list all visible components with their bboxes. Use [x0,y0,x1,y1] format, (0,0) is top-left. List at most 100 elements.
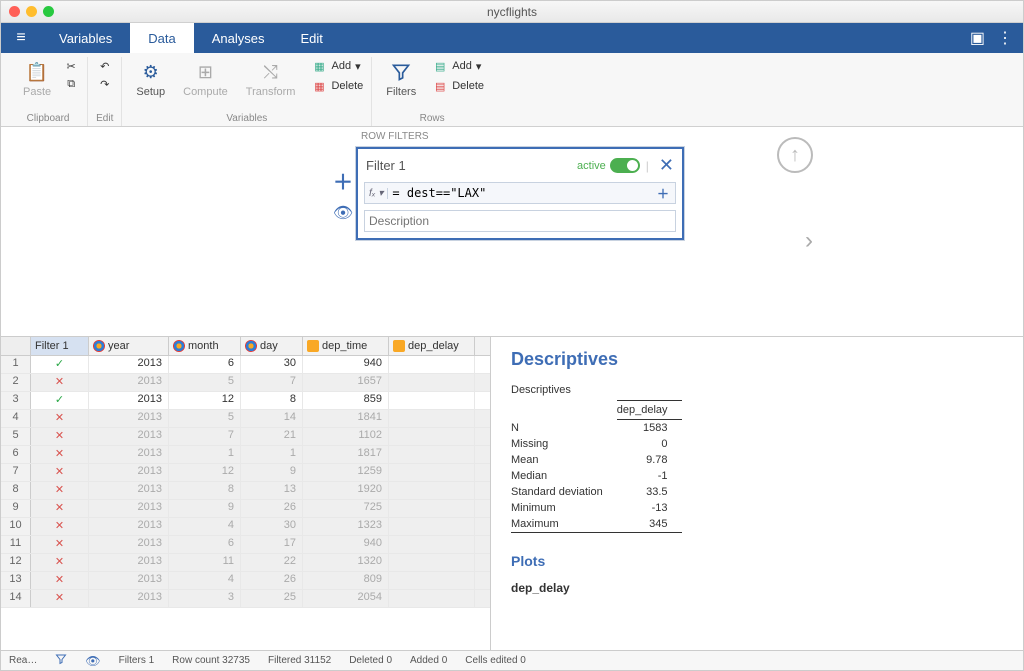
add-variable-button[interactable]: ▦Add ▾ [311,57,363,75]
delete-row-button[interactable]: ▤Delete [432,77,484,95]
table-row[interactable]: 7✕20131291259 [1,464,490,482]
cell-day[interactable]: 1 [241,446,303,463]
filter-expression-input[interactable] [388,183,651,203]
table-row[interactable]: 13✕2013426809 [1,572,490,590]
cell-depdelay[interactable] [389,518,475,535]
cell-year[interactable]: 2013 [89,356,169,373]
cell-day[interactable]: 9 [241,464,303,481]
cell-day[interactable]: 25 [241,590,303,607]
cell-year[interactable]: 2013 [89,410,169,427]
cell-deptime[interactable]: 2054 [303,590,389,607]
cell-deptime[interactable]: 1323 [303,518,389,535]
filters-button[interactable]: Filters [380,57,422,100]
cell-day[interactable]: 26 [241,500,303,517]
tab-data[interactable]: Data [130,23,193,53]
cell-day[interactable]: 30 [241,356,303,373]
cell-depdelay[interactable] [389,374,475,391]
cut-button[interactable]: ✂ [63,57,79,75]
cell-day[interactable]: 30 [241,518,303,535]
cell-deptime[interactable]: 1320 [303,554,389,571]
cell-deptime[interactable]: 1817 [303,446,389,463]
cell-year[interactable]: 2013 [89,446,169,463]
cell-month[interactable]: 5 [169,374,241,391]
collapse-panel-button[interactable]: › [805,227,813,255]
fx-label[interactable]: fₓ ▾ [365,188,388,199]
cell-year[interactable]: 2013 [89,572,169,589]
cell-month[interactable]: 5 [169,410,241,427]
tab-analyses[interactable]: Analyses [194,23,283,53]
cell-day[interactable]: 8 [241,392,303,409]
filter-active-toggle[interactable] [610,158,640,173]
results-pane[interactable]: Descriptives Descriptives dep_delay N158… [491,337,1023,650]
cell-year[interactable]: 2013 [89,464,169,481]
col-day-header[interactable]: day [241,337,303,355]
table-row[interactable]: 10✕20134301323 [1,518,490,536]
table-row[interactable]: 11✕2013617940 [1,536,490,554]
visibility-toggle-icon[interactable]: 👁 [333,203,353,223]
scroll-up-button[interactable]: ↑ [777,137,813,173]
cell-depdelay[interactable] [389,428,475,445]
cell-month[interactable]: 11 [169,554,241,571]
cell-day[interactable]: 13 [241,482,303,499]
cell-depdelay[interactable] [389,590,475,607]
cell-year[interactable]: 2013 [89,536,169,553]
cell-year[interactable]: 2013 [89,392,169,409]
cell-depdelay[interactable] [389,464,475,481]
table-row[interactable]: 2✕2013571657 [1,374,490,392]
cell-day[interactable]: 7 [241,374,303,391]
col-depdelay-header[interactable]: dep_delay [389,337,475,355]
cell-day[interactable]: 21 [241,428,303,445]
cell-month[interactable]: 12 [169,392,241,409]
cell-day[interactable]: 14 [241,410,303,427]
setup-button[interactable]: ⚙ Setup [130,57,171,100]
col-filter-header[interactable]: Filter 1 [31,337,89,355]
cell-depdelay[interactable] [389,572,475,589]
kebab-menu-icon[interactable]: ⋮ [997,28,1013,48]
cell-depdelay[interactable] [389,410,475,427]
cell-year[interactable]: 2013 [89,428,169,445]
cell-deptime[interactable]: 1259 [303,464,389,481]
redo-button[interactable]: ↷ [97,75,113,93]
cell-year[interactable]: 2013 [89,482,169,499]
cell-deptime[interactable]: 1657 [303,374,389,391]
remove-filter-button[interactable]: ✕ [659,155,674,176]
cell-month[interactable]: 4 [169,572,241,589]
paste-button[interactable]: 📋 Paste [17,57,57,100]
cell-day[interactable]: 17 [241,536,303,553]
table-row[interactable]: 1✓2013630940 [1,356,490,374]
cell-year[interactable]: 2013 [89,374,169,391]
table-row[interactable]: 4✕20135141841 [1,410,490,428]
cell-depdelay[interactable] [389,482,475,499]
cell-deptime[interactable]: 1920 [303,482,389,499]
window-mode-icon[interactable]: ▣ [970,28,985,48]
cell-month[interactable]: 7 [169,428,241,445]
cell-month[interactable]: 12 [169,464,241,481]
cell-month[interactable]: 3 [169,590,241,607]
cell-deptime[interactable]: 1102 [303,428,389,445]
tab-edit[interactable]: Edit [282,23,340,53]
cell-deptime[interactable]: 859 [303,392,389,409]
tab-variables[interactable]: Variables [41,23,130,53]
cell-month[interactable]: 4 [169,518,241,535]
table-row[interactable]: 14✕20133252054 [1,590,490,608]
cell-depdelay[interactable] [389,446,475,463]
cell-month[interactable]: 1 [169,446,241,463]
cell-year[interactable]: 2013 [89,590,169,607]
cell-month[interactable]: 6 [169,536,241,553]
cell-depdelay[interactable] [389,356,475,373]
cell-year[interactable]: 2013 [89,500,169,517]
delete-variable-button[interactable]: ▦Delete [311,77,363,95]
cell-deptime[interactable]: 1841 [303,410,389,427]
cell-deptime[interactable]: 940 [303,356,389,373]
cell-month[interactable]: 8 [169,482,241,499]
table-row[interactable]: 12✕201311221320 [1,554,490,572]
transform-button[interactable]: ⤭ Transform [240,57,302,100]
cell-depdelay[interactable] [389,536,475,553]
hamburger-menu-button[interactable]: ≡ [1,23,41,53]
table-row[interactable]: 8✕20138131920 [1,482,490,500]
table-row[interactable]: 9✕2013926725 [1,500,490,518]
compute-button[interactable]: ⊞ Compute [177,57,234,100]
cell-depdelay[interactable] [389,500,475,517]
table-row[interactable]: 5✕20137211102 [1,428,490,446]
copy-button[interactable]: ⧉ [63,75,79,93]
